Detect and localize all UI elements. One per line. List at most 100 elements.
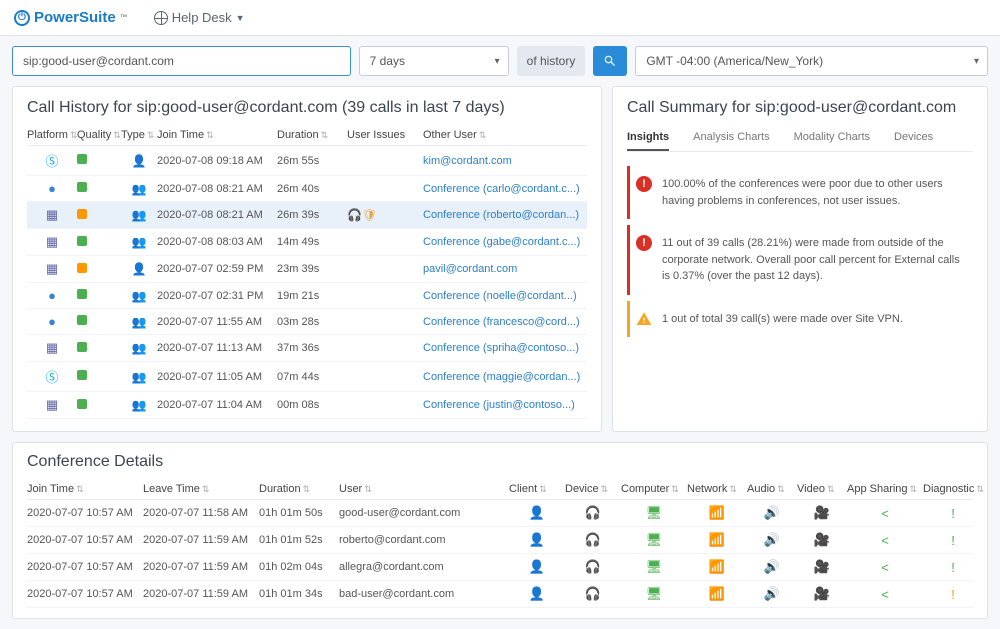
col-duration[interactable]: Duration⇅ [277,129,347,141]
col-quality[interactable]: Quality⇅ [77,129,121,141]
user-issues: 🎧🛡 [347,208,423,222]
col-other[interactable]: Other User⇅ [423,129,587,141]
other-user-link[interactable]: Conference (francesco@cord...) [423,316,587,328]
history-row[interactable]: Ⓢ👤2020-07-08 09:18 AM26m 55skim@cordant.… [27,146,587,176]
stat-network-icon: 📶 [687,559,747,575]
stat-video-icon: 🎥 [797,505,847,521]
other-user-link[interactable]: Conference (gabe@cordant.c...) [423,236,587,248]
stat-client-icon: 👤 [509,505,565,521]
join-time: 2020-07-07 02:31 PM [157,290,277,302]
history-row[interactable]: ▦👥2020-07-08 08:03 AM14m 49sConference (… [27,229,587,256]
insight-item: !100.00% of the conferences were poor du… [627,166,973,219]
summary-tabs: Insights Analysis Charts Modality Charts De… [627,125,973,152]
history-row[interactable]: ●👥2020-07-07 11:55 AM03m 28sConference (… [27,309,587,335]
stat-network-icon: 📶 [687,586,747,602]
insight-item: !11 out of 39 calls (28.21%) were made f… [627,225,973,295]
type-icon: 👤 [121,154,157,168]
dcol-appshare[interactable]: App Sharing⇅ [847,483,923,495]
stat-network-icon: 📶 [687,532,747,548]
other-user-link[interactable]: pavil@cordant.com [423,263,587,275]
helpdesk-label: Help Desk [172,10,232,25]
timezone-dropdown[interactable]: GMT -04:00 (America/New_York) [635,46,988,76]
details-row[interactable]: 2020-07-07 10:57 AM2020-07-07 11:59 AM01… [27,581,973,608]
tab-devices[interactable]: Devices [894,125,933,151]
stat-device-icon: 🎧 [565,586,621,602]
stat-video-icon: 🎥 [797,559,847,575]
history-row[interactable]: Ⓢ👥2020-07-07 11:05 AM07m 44sConference (… [27,362,587,392]
quality-dot [77,370,121,383]
brand-logo[interactable]: ⏻ PowerSuite™ [14,9,128,26]
join-time: 2020-07-07 11:13 AM [157,342,277,354]
history-row[interactable]: ●👥2020-07-08 08:21 AM26m 40sConference (… [27,176,587,202]
history-row[interactable]: ▦👥2020-07-07 11:04 AM00m 08sConference (… [27,392,587,419]
d-leave: 2020-07-07 11:59 AM [143,561,259,573]
quality-dot [77,289,121,302]
dcol-video[interactable]: Video⇅ [797,483,847,495]
d-dur: 01h 02m 04s [259,561,339,573]
duration: 37m 36s [277,342,347,354]
d-dur: 01h 01m 34s [259,588,339,600]
dcol-join[interactable]: Join Time⇅ [27,483,143,495]
tab-modality-charts[interactable]: Modality Charts [794,125,870,151]
other-user-link[interactable]: kim@cordant.com [423,155,587,167]
dcol-device[interactable]: Device⇅ [565,483,621,495]
type-icon: 👤 [121,262,157,276]
other-user-link[interactable]: Conference (noelle@cordant...) [423,290,587,302]
d-user: good-user@cordant.com [339,507,509,519]
quality-dot [77,182,121,195]
details-row[interactable]: 2020-07-07 10:57 AM2020-07-07 11:59 AM01… [27,527,973,554]
stat-appshare-icon: < [847,506,923,521]
d-dur: 01h 01m 50s [259,507,339,519]
col-platform[interactable]: Platform⇅ [27,129,77,141]
stat-audio-icon: 🔊 [747,532,797,548]
stat-device-icon: 🎧 [565,532,621,548]
col-type[interactable]: Type⇅ [121,129,157,141]
quality-dot [77,236,121,249]
history-row[interactable]: ▦👥2020-07-07 11:13 AM37m 36sConference (… [27,335,587,362]
topbar: ⏻ PowerSuite™ Help Desk ▼ [0,0,1000,36]
history-row[interactable]: ▦👤2020-07-07 02:59 PM23m 39spavil@cordan… [27,256,587,283]
other-user-link[interactable]: Conference (justin@contoso...) [423,399,587,411]
dcol-user[interactable]: User⇅ [339,483,509,495]
stat-computer-icon: 🖥 [621,559,687,575]
stat-network-icon: 📶 [687,505,747,521]
join-time: 2020-07-07 11:55 AM [157,316,277,328]
other-user-link[interactable]: Conference (maggie@cordan...) [423,371,587,383]
dcol-client[interactable]: Client⇅ [509,483,565,495]
dcol-leave[interactable]: Leave Time⇅ [143,483,259,495]
d-user: roberto@cordant.com [339,534,509,546]
history-row[interactable]: ▦👥2020-07-08 08:21 AM26m 39s🎧🛡Conference… [27,202,587,229]
range-dropdown[interactable]: 7 days [359,46,509,76]
dcol-dur[interactable]: Duration⇅ [259,483,339,495]
d-join: 2020-07-07 10:57 AM [27,588,143,600]
search-button[interactable] [593,46,627,76]
history-row[interactable]: ●👥2020-07-07 02:31 PM19m 21sConference (… [27,283,587,309]
duration: 26m 39s [277,209,347,221]
other-user-link[interactable]: Conference (roberto@cordan...) [423,209,587,221]
call-history-panel: Call History for sip:good-user@cordant.c… [12,86,602,432]
stat-video-icon: 🎥 [797,532,847,548]
stat-appshare-icon: < [847,533,923,548]
dcol-network[interactable]: Network⇅ [687,483,747,495]
type-icon: 👥 [121,315,157,329]
type-icon: 👥 [121,398,157,412]
caret-down-icon: ▼ [236,13,245,23]
col-join[interactable]: Join Time⇅ [157,129,277,141]
other-user-link[interactable]: Conference (spriha@contoso...) [423,342,587,354]
col-issues[interactable]: User Issues [347,129,423,141]
dcol-diag[interactable]: Diagnostic⇅ [923,483,983,495]
tab-insights[interactable]: Insights [627,125,669,151]
other-user-link[interactable]: Conference (carlo@cordant.c...) [423,183,587,195]
type-icon: 👥 [121,370,157,384]
dcol-computer[interactable]: Computer⇅ [621,483,687,495]
details-row[interactable]: 2020-07-07 10:57 AM2020-07-07 11:58 AM01… [27,500,973,527]
dcol-audio[interactable]: Audio⇅ [747,483,797,495]
details-header: Join Time⇅ Leave Time⇅ Duration⇅ User⇅ C… [27,479,973,500]
d-leave: 2020-07-07 11:58 AM [143,507,259,519]
search-input[interactable] [12,46,351,76]
join-time: 2020-07-07 11:05 AM [157,371,277,383]
details-row[interactable]: 2020-07-07 10:57 AM2020-07-07 11:59 AM01… [27,554,973,581]
platform-icon: ▦ [27,234,77,250]
tab-analysis-charts[interactable]: Analysis Charts [693,125,769,151]
helpdesk-menu[interactable]: Help Desk ▼ [154,10,245,25]
